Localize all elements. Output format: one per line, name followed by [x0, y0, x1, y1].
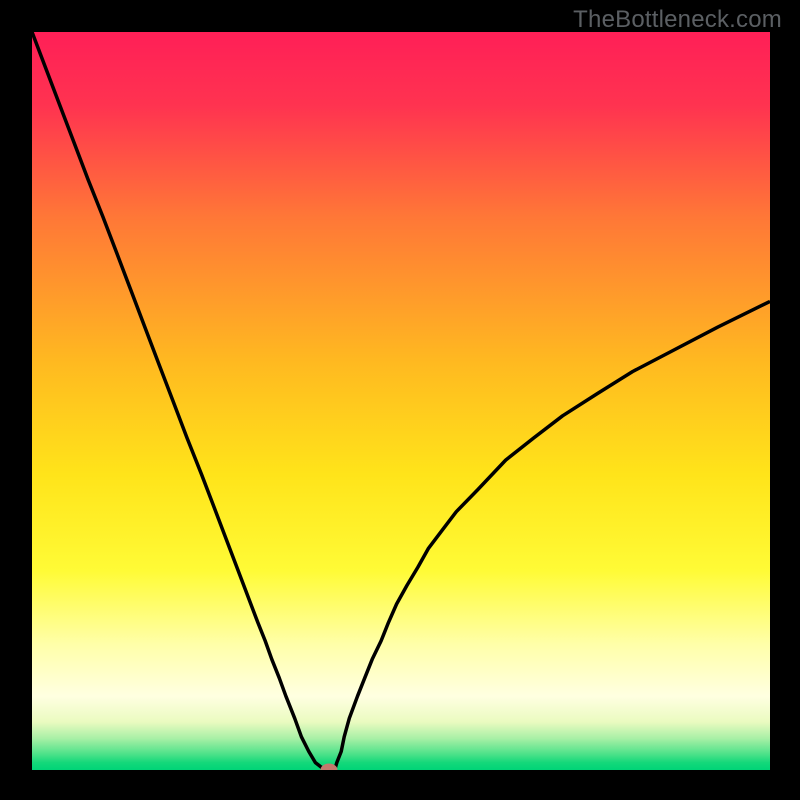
bottleneck-curve	[32, 32, 770, 770]
chart-frame: TheBottleneck.com	[0, 0, 800, 800]
watermark-text: TheBottleneck.com	[573, 6, 782, 34]
minimum-marker	[321, 764, 338, 771]
curve-layer	[32, 32, 770, 770]
plot-area	[32, 32, 770, 770]
